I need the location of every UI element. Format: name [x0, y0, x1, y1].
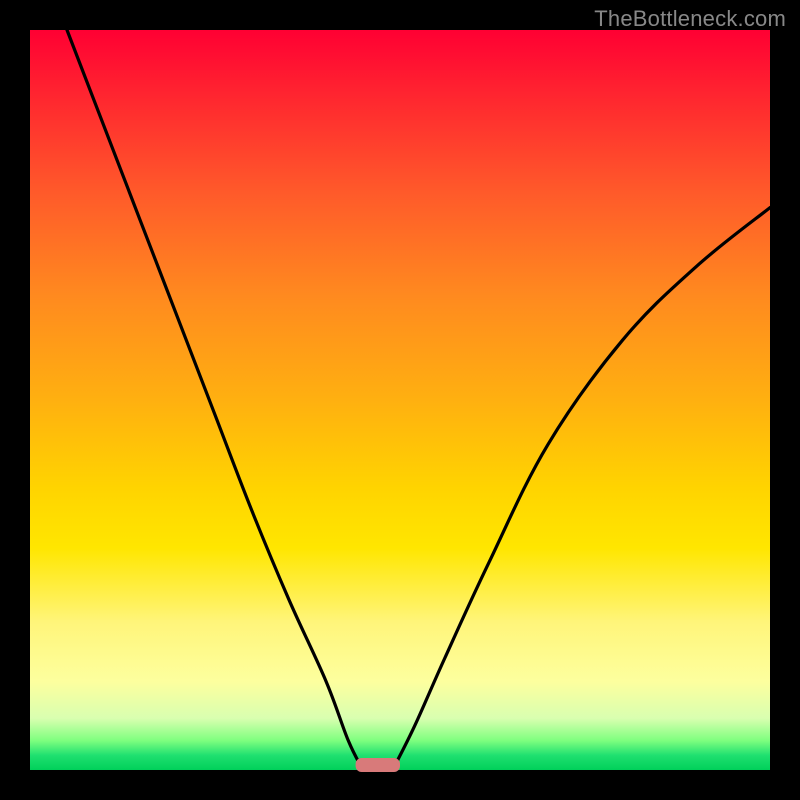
curves-svg — [30, 30, 770, 770]
plot-area — [30, 30, 770, 770]
left-curve — [67, 30, 363, 770]
chart-frame: TheBottleneck.com — [0, 0, 800, 800]
optimum-bar — [356, 758, 400, 772]
right-curve — [393, 208, 770, 770]
watermark-text: TheBottleneck.com — [594, 6, 786, 32]
